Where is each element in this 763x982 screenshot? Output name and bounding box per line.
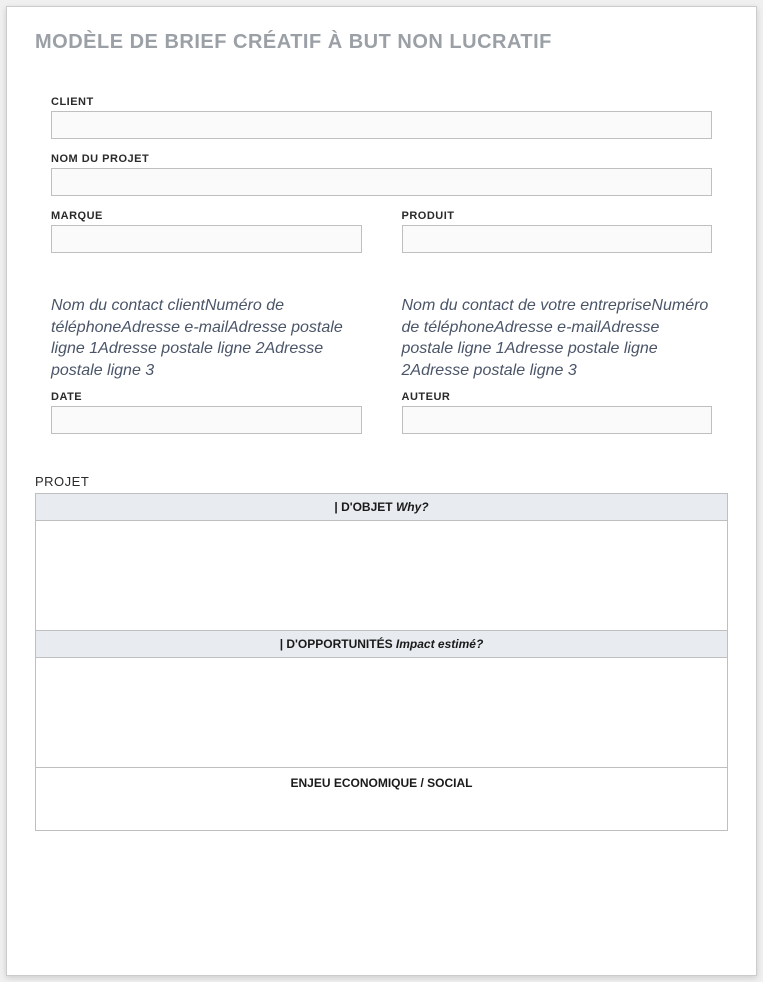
- author-input[interactable]: [402, 406, 713, 434]
- project-row-input-1[interactable]: [42, 664, 721, 761]
- date-input[interactable]: [51, 406, 362, 434]
- project-footer-header: ENJEU ECONOMIQUE / SOCIAL: [36, 768, 728, 831]
- brand-field-block: MARQUE: [51, 210, 362, 253]
- author-label: AUTEUR: [402, 391, 713, 403]
- project-row-cell-1: [36, 658, 728, 768]
- page-title: MODÈLE DE BRIEF CRÉATIF À BUT NON LUCRAT…: [35, 31, 728, 54]
- product-input[interactable]: [402, 225, 713, 253]
- document-page: MODÈLE DE BRIEF CRÉATIF À BUT NON LUCRAT…: [6, 6, 757, 976]
- date-field-block: DATE: [51, 391, 362, 434]
- project-row-header-1-italic: Impact estimé?: [396, 637, 483, 651]
- project-name-label: NOM DU PROJET: [51, 153, 712, 165]
- project-row-header-0: | D'OBJET Why?: [36, 494, 728, 521]
- project-row-header-1: | D'OPPORTUNITÉS Impact estimé?: [36, 631, 728, 658]
- client-contact-text: Nom du contact clientNuméro de téléphone…: [51, 295, 362, 381]
- project-row-header-0-italic: Why?: [396, 500, 429, 514]
- project-row-cell-0: [36, 521, 728, 631]
- client-field-block: CLIENT: [51, 96, 712, 139]
- project-table: | D'OBJET Why? | D'OPPORTUNITÉS Impact e…: [35, 493, 728, 831]
- project-row-input-0[interactable]: [42, 527, 721, 624]
- project-row-header-0-prefix: | D'OBJET: [334, 500, 396, 514]
- project-row-header-1-prefix: | D'OPPORTUNITÉS: [280, 637, 396, 651]
- product-label: PRODUIT: [402, 210, 713, 222]
- product-field-block: PRODUIT: [402, 210, 713, 253]
- client-input[interactable]: [51, 111, 712, 139]
- date-label: DATE: [51, 391, 362, 403]
- project-name-input[interactable]: [51, 168, 712, 196]
- project-section-heading: PROJET: [35, 474, 728, 489]
- company-contact-text: Nom du contact de votre entrepriseNuméro…: [402, 295, 713, 381]
- project-name-field-block: NOM DU PROJET: [51, 153, 712, 196]
- brand-label: MARQUE: [51, 210, 362, 222]
- author-field-block: AUTEUR: [402, 391, 713, 434]
- brand-input[interactable]: [51, 225, 362, 253]
- client-label: CLIENT: [51, 96, 712, 108]
